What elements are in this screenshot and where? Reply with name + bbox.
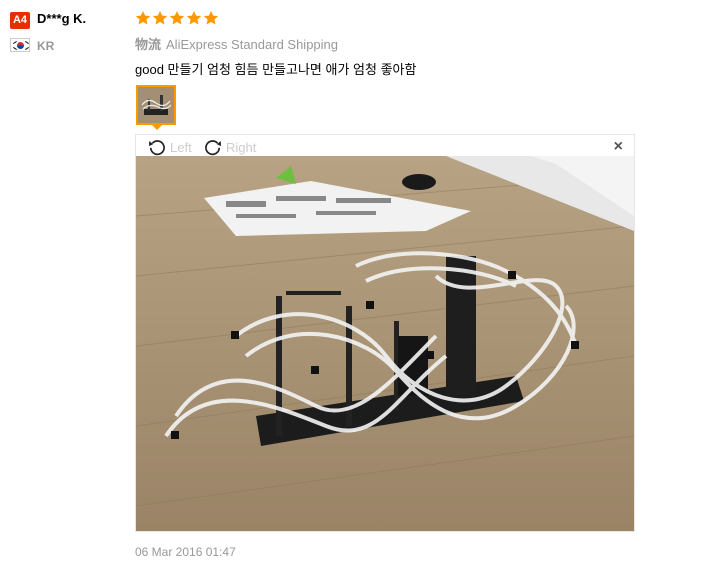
rotate-left-label: Left xyxy=(170,139,192,155)
thumbnail-pointer xyxy=(151,124,163,130)
rotate-left-button[interactable]: Left xyxy=(146,137,192,157)
shipping-info: 物流 AliExpress Standard Shipping xyxy=(135,34,338,53)
star-icon xyxy=(169,11,185,25)
star-icon xyxy=(152,11,168,25)
rotate-left-icon xyxy=(149,140,165,156)
star-icon xyxy=(135,11,151,25)
buyer-name: D***g K. xyxy=(37,11,87,26)
rotate-right-button[interactable]: Right xyxy=(202,137,256,157)
shipping-method: AliExpress Standard Shipping xyxy=(166,37,339,52)
star-icon xyxy=(186,11,202,25)
review-photo-thumbnail[interactable] xyxy=(136,85,176,125)
star-rating xyxy=(135,10,219,26)
buyer-country: KR xyxy=(37,39,55,53)
rotate-right-icon xyxy=(205,140,221,156)
korea-flag-icon xyxy=(10,38,30,52)
image-viewer: Left Right × xyxy=(135,134,635,532)
review-date: 06 Mar 2016 01:47 xyxy=(135,545,236,559)
rotate-right-label: Right xyxy=(226,139,257,155)
review-text: good 만들기 엄청 힘듬 만들고나면 애가 엄청 좋아함 xyxy=(135,62,417,77)
star-icon xyxy=(203,11,219,25)
review-photo xyxy=(136,156,634,531)
logistics-label: 物流 xyxy=(135,37,162,52)
buyer-level-badge: A4 xyxy=(10,12,30,29)
close-viewer-button[interactable]: × xyxy=(614,138,623,156)
